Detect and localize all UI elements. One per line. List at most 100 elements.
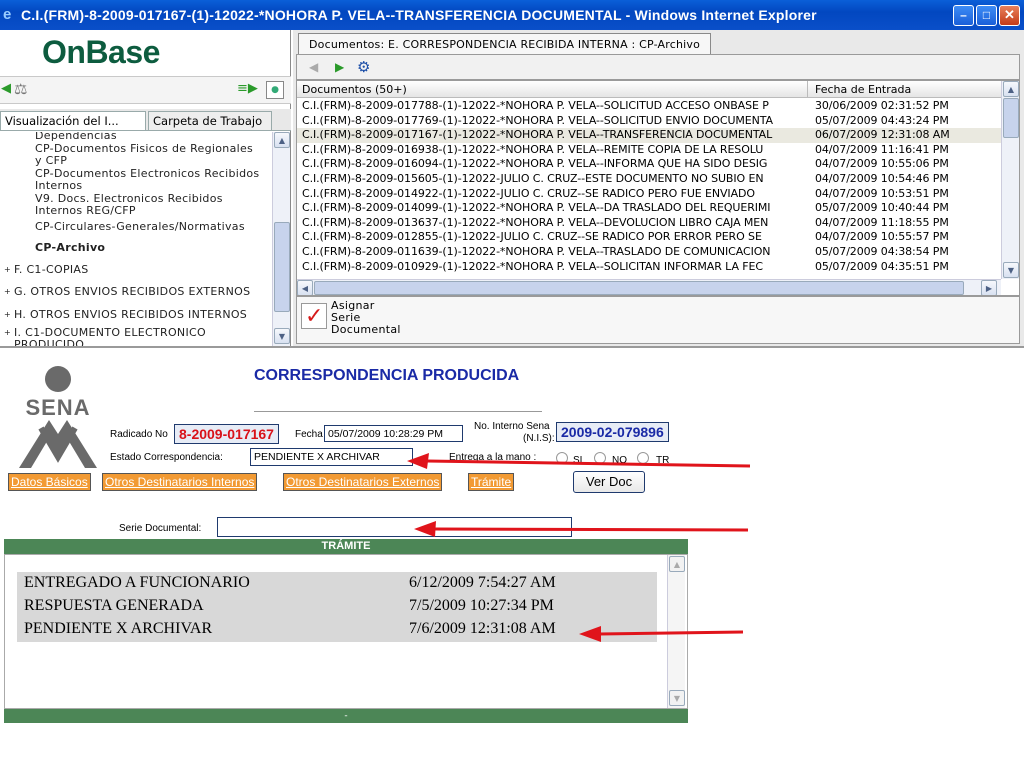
left-toolbar: ◀ ⚖ ≡▶ ● <box>0 76 291 104</box>
settings-icon[interactable]: ⚙ <box>357 58 370 76</box>
tree-item[interactable]: G. OTROS ENVIOS RECIBIDOS EXTERNOS <box>14 285 250 298</box>
expand-icon[interactable]: + <box>4 263 11 276</box>
back-icon[interactable]: ◀ <box>309 60 318 74</box>
minimize-button[interactable]: – <box>953 4 974 26</box>
document-row-selected[interactable]: C.I.(FRM)-8-2009-017167-(1)-12022-*NOHOR… <box>297 128 1001 143</box>
tree-item[interactable]: y CFP <box>35 154 67 167</box>
document-name: C.I.(FRM)-8-2009-010929-(1)-12022-*NOHOR… <box>302 259 763 273</box>
scroll-up-button[interactable]: ▲ <box>669 556 685 572</box>
document-date: 04/07/2009 10:55:06 PM <box>815 157 949 171</box>
correspondence-form: SENA CORRESPONDENCIA PRODUCIDA Radicado … <box>0 346 1024 768</box>
folder-tree: Dependencias CP-Documentos Fisicos de Re… <box>0 132 272 346</box>
back-arrow-icon[interactable]: ◀ <box>1 81 11 96</box>
scroll-down-button[interactable]: ▼ <box>1003 262 1019 278</box>
document-row[interactable]: C.I.(FRM)-8-2009-013637-(1)-12022-*NOHOR… <box>297 216 1001 231</box>
node-icon[interactable]: ● <box>266 81 284 99</box>
document-row[interactable]: C.I.(FRM)-8-2009-012855-(1)-12022-JULIO … <box>297 230 1001 245</box>
sena-logo-text: SENA <box>5 397 111 419</box>
column-documentos[interactable]: Documentos (50+) <box>302 83 407 96</box>
title-divider <box>254 411 542 412</box>
scroll-down-button[interactable]: ▼ <box>669 690 685 706</box>
scroll-up-button[interactable]: ▲ <box>1003 81 1019 97</box>
arrow-tramite-icon <box>579 626 744 642</box>
expand-icon[interactable]: + <box>4 326 11 339</box>
tab-datos-basicos[interactable]: Datos Básicos <box>8 473 91 491</box>
grid-hscrollbar[interactable]: ◀ ▶ <box>297 279 1001 295</box>
document-name: C.I.(FRM)-8-2009-012855-(1)-12022-JULIO … <box>302 230 762 244</box>
document-name: C.I.(FRM)-8-2009-016094-(1)-12022-*NOHOR… <box>302 157 768 171</box>
tree-item[interactable]: PRODUCIDO <box>14 338 84 346</box>
right-panel: Documentos: E. CORRESPONDENCIA RECIBIDA … <box>293 30 1024 346</box>
documents-grid: Documentos (50+) Fecha de Entrada C.I.(F… <box>296 80 1020 296</box>
document-name: C.I.(FRM)-8-2009-015605-(1)-12022-JULIO … <box>302 172 764 185</box>
document-row[interactable]: C.I.(FRM)-8-2009-016938-(1)-12022-*NOHOR… <box>297 143 1001 158</box>
forward-arrows-icon[interactable]: ≡▶ <box>237 81 258 96</box>
radicado-field[interactable]: 8-2009-017167 <box>174 424 279 444</box>
document-row[interactable]: C.I.(FRM)-8-2009-016094-(1)-12022-*NOHOR… <box>297 157 1001 172</box>
document-row[interactable]: C.I.(FRM)-8-2009-017769-(1)-12022-*NOHOR… <box>297 114 1001 129</box>
document-row[interactable]: C.I.(FRM)-8-2009-017788-(1)-12022-*NOHOR… <box>297 99 1001 114</box>
document-date: 05/07/2009 04:35:51 PM <box>815 259 949 273</box>
minimize-icon: – <box>960 8 967 22</box>
ie-icon: e <box>3 6 12 23</box>
document-row[interactable]: C.I.(FRM)-8-2009-011639-(1)-12022-*NOHOR… <box>297 245 1001 260</box>
scroll-thumb[interactable] <box>1003 98 1019 138</box>
tab-otros-internos[interactable]: Otros Destinatarios Internos <box>102 473 258 491</box>
tree-item[interactable]: H. OTROS ENVIOS RECIBIDOS INTERNOS <box>14 308 247 321</box>
scroll-up-button[interactable]: ▲ <box>274 132 290 148</box>
interno-field[interactable]: 2009-02-079896 <box>556 422 669 442</box>
arrow-serie-icon <box>414 521 749 537</box>
left-panel: OnBase ◀ ⚖ ≡▶ ● Visualización del I... C… <box>0 30 291 346</box>
documents-tab[interactable]: Documentos: E. CORRESPONDENCIA RECIBIDA … <box>298 33 712 54</box>
estado-label: Estado Correspondencia: <box>110 452 223 463</box>
document-row[interactable]: C.I.(FRM)-8-2009-015605-(1)-12022-JULIO … <box>297 172 1001 187</box>
document-row[interactable]: C.I.(FRM)-8-2009-010929-(1)-12022-*NOHOR… <box>297 260 1001 275</box>
tree-item[interactable]: CP-Documentos Fisicos de Regionales <box>35 142 253 155</box>
document-date: 05/07/2009 04:38:54 PM <box>815 245 949 258</box>
onbase-logo: OnBase <box>42 34 160 70</box>
asignar-serie-label[interactable]: Asignar Serie Documental <box>331 300 401 336</box>
tab-carpeta-trabajo[interactable]: Carpeta de Trabajo <box>148 111 272 130</box>
arrow-estado-icon <box>407 453 751 469</box>
document-name: C.I.(FRM)-8-2009-011639-(1)-12022-*NOHOR… <box>302 245 771 258</box>
estado-field[interactable]: PENDIENTE X ARCHIVAR <box>250 448 413 466</box>
left-tabs: Visualización del I... Carpeta de Trabaj… <box>0 109 291 131</box>
scales-icon[interactable]: ⚖ <box>14 80 27 98</box>
scroll-right-button[interactable]: ▶ <box>981 280 997 295</box>
document-date: 05/07/2009 10:40:44 PM <box>815 201 949 215</box>
close-button[interactable]: ✕ <box>999 4 1020 26</box>
scroll-down-button[interactable]: ▼ <box>274 328 290 344</box>
column-fecha[interactable]: Fecha de Entrada <box>815 83 911 96</box>
document-date: 05/07/2009 04:43:24 PM <box>815 113 949 127</box>
asignar-serie-button[interactable]: ✓ <box>301 303 327 329</box>
tree-item-selected[interactable]: CP-Archivo <box>35 241 105 254</box>
serie-label: Serie Documental: <box>119 523 202 534</box>
scroll-left-button[interactable]: ◀ <box>297 280 313 295</box>
tab-tramite[interactable]: Trámite <box>468 473 515 491</box>
document-name: C.I.(FRM)-8-2009-013637-(1)-12022-*NOHOR… <box>302 215 769 229</box>
document-row[interactable]: C.I.(FRM)-8-2009-014922-(1)-12022-JULIO … <box>297 187 1001 202</box>
sena-logo: SENA <box>5 362 111 468</box>
interno-label: No. Interno Sena <box>474 421 550 432</box>
maximize-button[interactable]: □ <box>976 4 997 26</box>
tree-item[interactable]: Internos REG/CFP <box>35 204 136 217</box>
grid-scrollbar[interactable]: ▲ ▼ <box>1001 81 1019 279</box>
checkmark-icon: ✓ <box>305 304 324 329</box>
tree-scrollbar[interactable]: ▲ ▼ <box>272 132 290 346</box>
document-row[interactable]: C.I.(FRM)-8-2009-014099-(1)-12022-*NOHOR… <box>297 201 1001 216</box>
tree-item[interactable]: Internos <box>35 179 82 192</box>
forward-icon[interactable]: ▶ <box>335 60 344 74</box>
expand-icon[interactable]: + <box>4 308 11 321</box>
tree-item[interactable]: CP-Circulares-Generales/Normativas <box>35 220 245 233</box>
tramite-row: ENTREGADO A FUNCIONARIO 6/12/2009 7:54:2… <box>24 574 556 591</box>
tab-otros-externos[interactable]: Otros Destinatarios Externos <box>283 473 443 491</box>
fecha-field[interactable]: 05/07/2009 10:28:29 PM <box>324 425 463 442</box>
scroll-thumb[interactable] <box>274 222 290 312</box>
tab-visualizacion[interactable]: Visualización del I... <box>0 111 146 130</box>
tree-item[interactable]: F. C1-COPIAS <box>14 263 89 276</box>
hscroll-thumb[interactable] <box>314 281 964 295</box>
tree-item[interactable]: Dependencias <box>35 132 117 142</box>
radicado-label: Radicado No <box>110 429 168 440</box>
expand-icon[interactable]: + <box>4 285 11 298</box>
grid-header: Documentos (50+) Fecha de Entrada <box>297 81 1001 98</box>
